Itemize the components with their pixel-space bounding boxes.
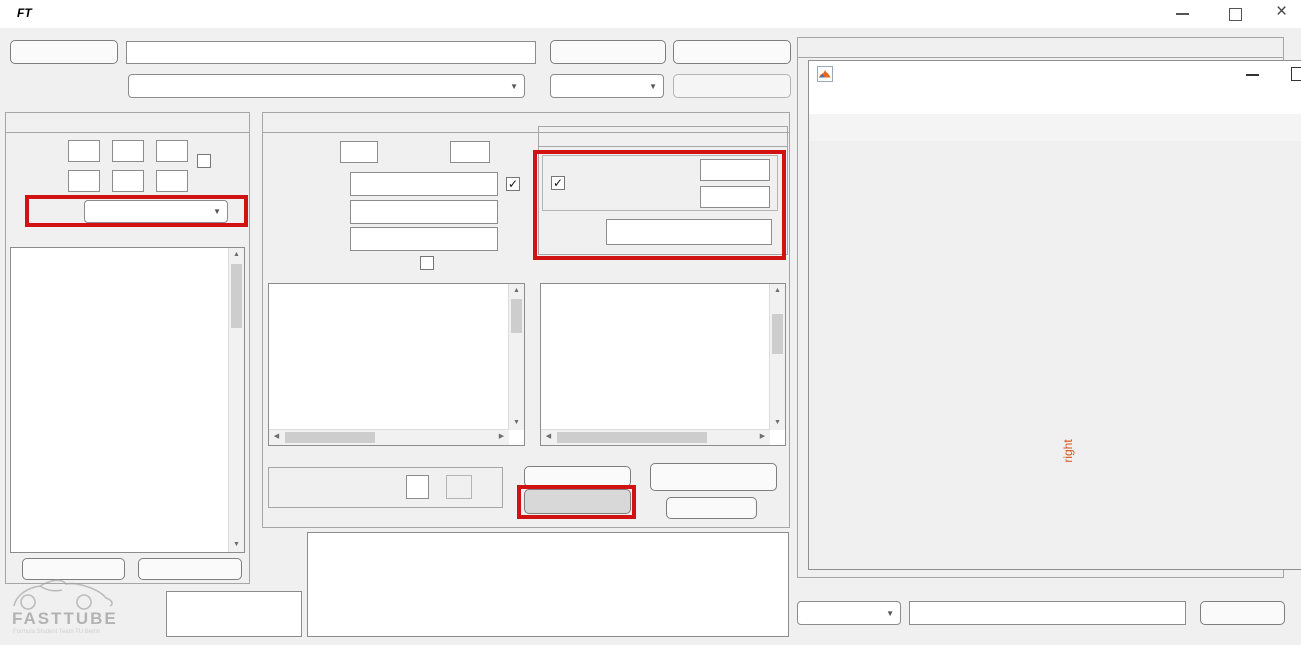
set-timestamps-title <box>6 113 249 133</box>
maximize-icon[interactable] <box>1229 8 1242 21</box>
feature-vscrollbar[interactable]: ▲ ▼ <box>769 284 785 430</box>
svg-text:FASTTUBE: FASTTUBE <box>12 609 118 628</box>
file-path-input[interactable] <box>126 41 536 64</box>
app-titlebar: FT × <box>0 0 1301 28</box>
scroll-left-icon[interactable]: ◀ <box>541 430 556 444</box>
features-title <box>539 127 787 147</box>
figure-window <box>808 60 1301 570</box>
matlab-logo-icon <box>817 66 833 82</box>
feature-hscrollbar[interactable]: ◀ ▶ <box>541 429 770 445</box>
laps-listbox[interactable]: ▲ ▼ <box>10 247 245 553</box>
driver-preset-dropdown[interactable]: ▼ <box>128 74 525 98</box>
save-button[interactable] <box>1200 601 1285 625</box>
load-presets-button[interactable] <box>673 40 791 64</box>
scroll-down-icon[interactable]: ▼ <box>229 538 244 552</box>
figure-maximize-icon[interactable] <box>1291 67 1301 81</box>
scroll-right-icon[interactable]: ▶ <box>494 430 509 444</box>
scroll-up-icon[interactable]: ▲ <box>229 248 244 262</box>
chevron-down-icon: ▼ <box>649 82 657 91</box>
load-fast-button[interactable] <box>550 40 666 64</box>
figure-menubar <box>809 88 1301 115</box>
scroll-left-icon[interactable]: ◀ <box>269 430 284 444</box>
figure-toolbar <box>809 114 1301 142</box>
temps-right-axis-label: right <box>1061 411 1075 491</box>
format-dropdown[interactable]: ▼ <box>797 601 901 625</box>
select-data-hscrollbar[interactable]: ◀ ▶ <box>269 429 509 445</box>
ft-logo-icon: FT <box>17 6 32 20</box>
chevron-down-icon: ▼ <box>886 609 894 618</box>
chevron-down-icon: ▼ <box>510 82 518 91</box>
plot-presets-button[interactable] <box>673 74 791 98</box>
figure-minimize-icon[interactable] <box>1246 74 1259 76</box>
scroll-up-icon[interactable]: ▲ <box>770 284 785 298</box>
select-data-listbox[interactable]: ▲ ▼ ◀ ▶ <box>268 283 525 446</box>
ft25-presets-dropdown[interactable]: ▼ <box>550 74 664 98</box>
filename-input[interactable] <box>909 601 1186 625</box>
minimize-icon[interactable] <box>1176 13 1189 15</box>
status-box <box>166 591 302 637</box>
matlab-app-window: FT × ▼ ▼ ▼ ▲ <box>0 0 1301 645</box>
select-data-vscrollbar[interactable]: ▲ ▼ <box>508 284 524 430</box>
features-panel <box>538 126 788 255</box>
logo-tagline: Formula Student Team TU Berlin <box>13 629 100 635</box>
scroll-right-icon[interactable]: ▶ <box>755 430 770 444</box>
close-icon[interactable]: × <box>1276 1 1287 23</box>
preset-panel-title <box>798 38 1283 58</box>
stats-area[interactable] <box>307 532 789 637</box>
browse-button[interactable] <box>10 40 118 64</box>
figure-canvas <box>809 141 1301 569</box>
scroll-down-icon[interactable]: ▼ <box>770 416 785 430</box>
figure-titlebar <box>809 61 1301 88</box>
scroll-down-icon[interactable]: ▼ <box>509 416 524 430</box>
scroll-up-icon[interactable]: ▲ <box>509 284 524 298</box>
laps-scrollbar[interactable]: ▲ ▼ <box>228 248 244 552</box>
fasttube-logo: FASTTUBE Formula Student Team TU Berlin <box>6 576 128 642</box>
feature-data-listbox[interactable]: ▲ ▼ ◀ ▶ <box>540 283 786 446</box>
